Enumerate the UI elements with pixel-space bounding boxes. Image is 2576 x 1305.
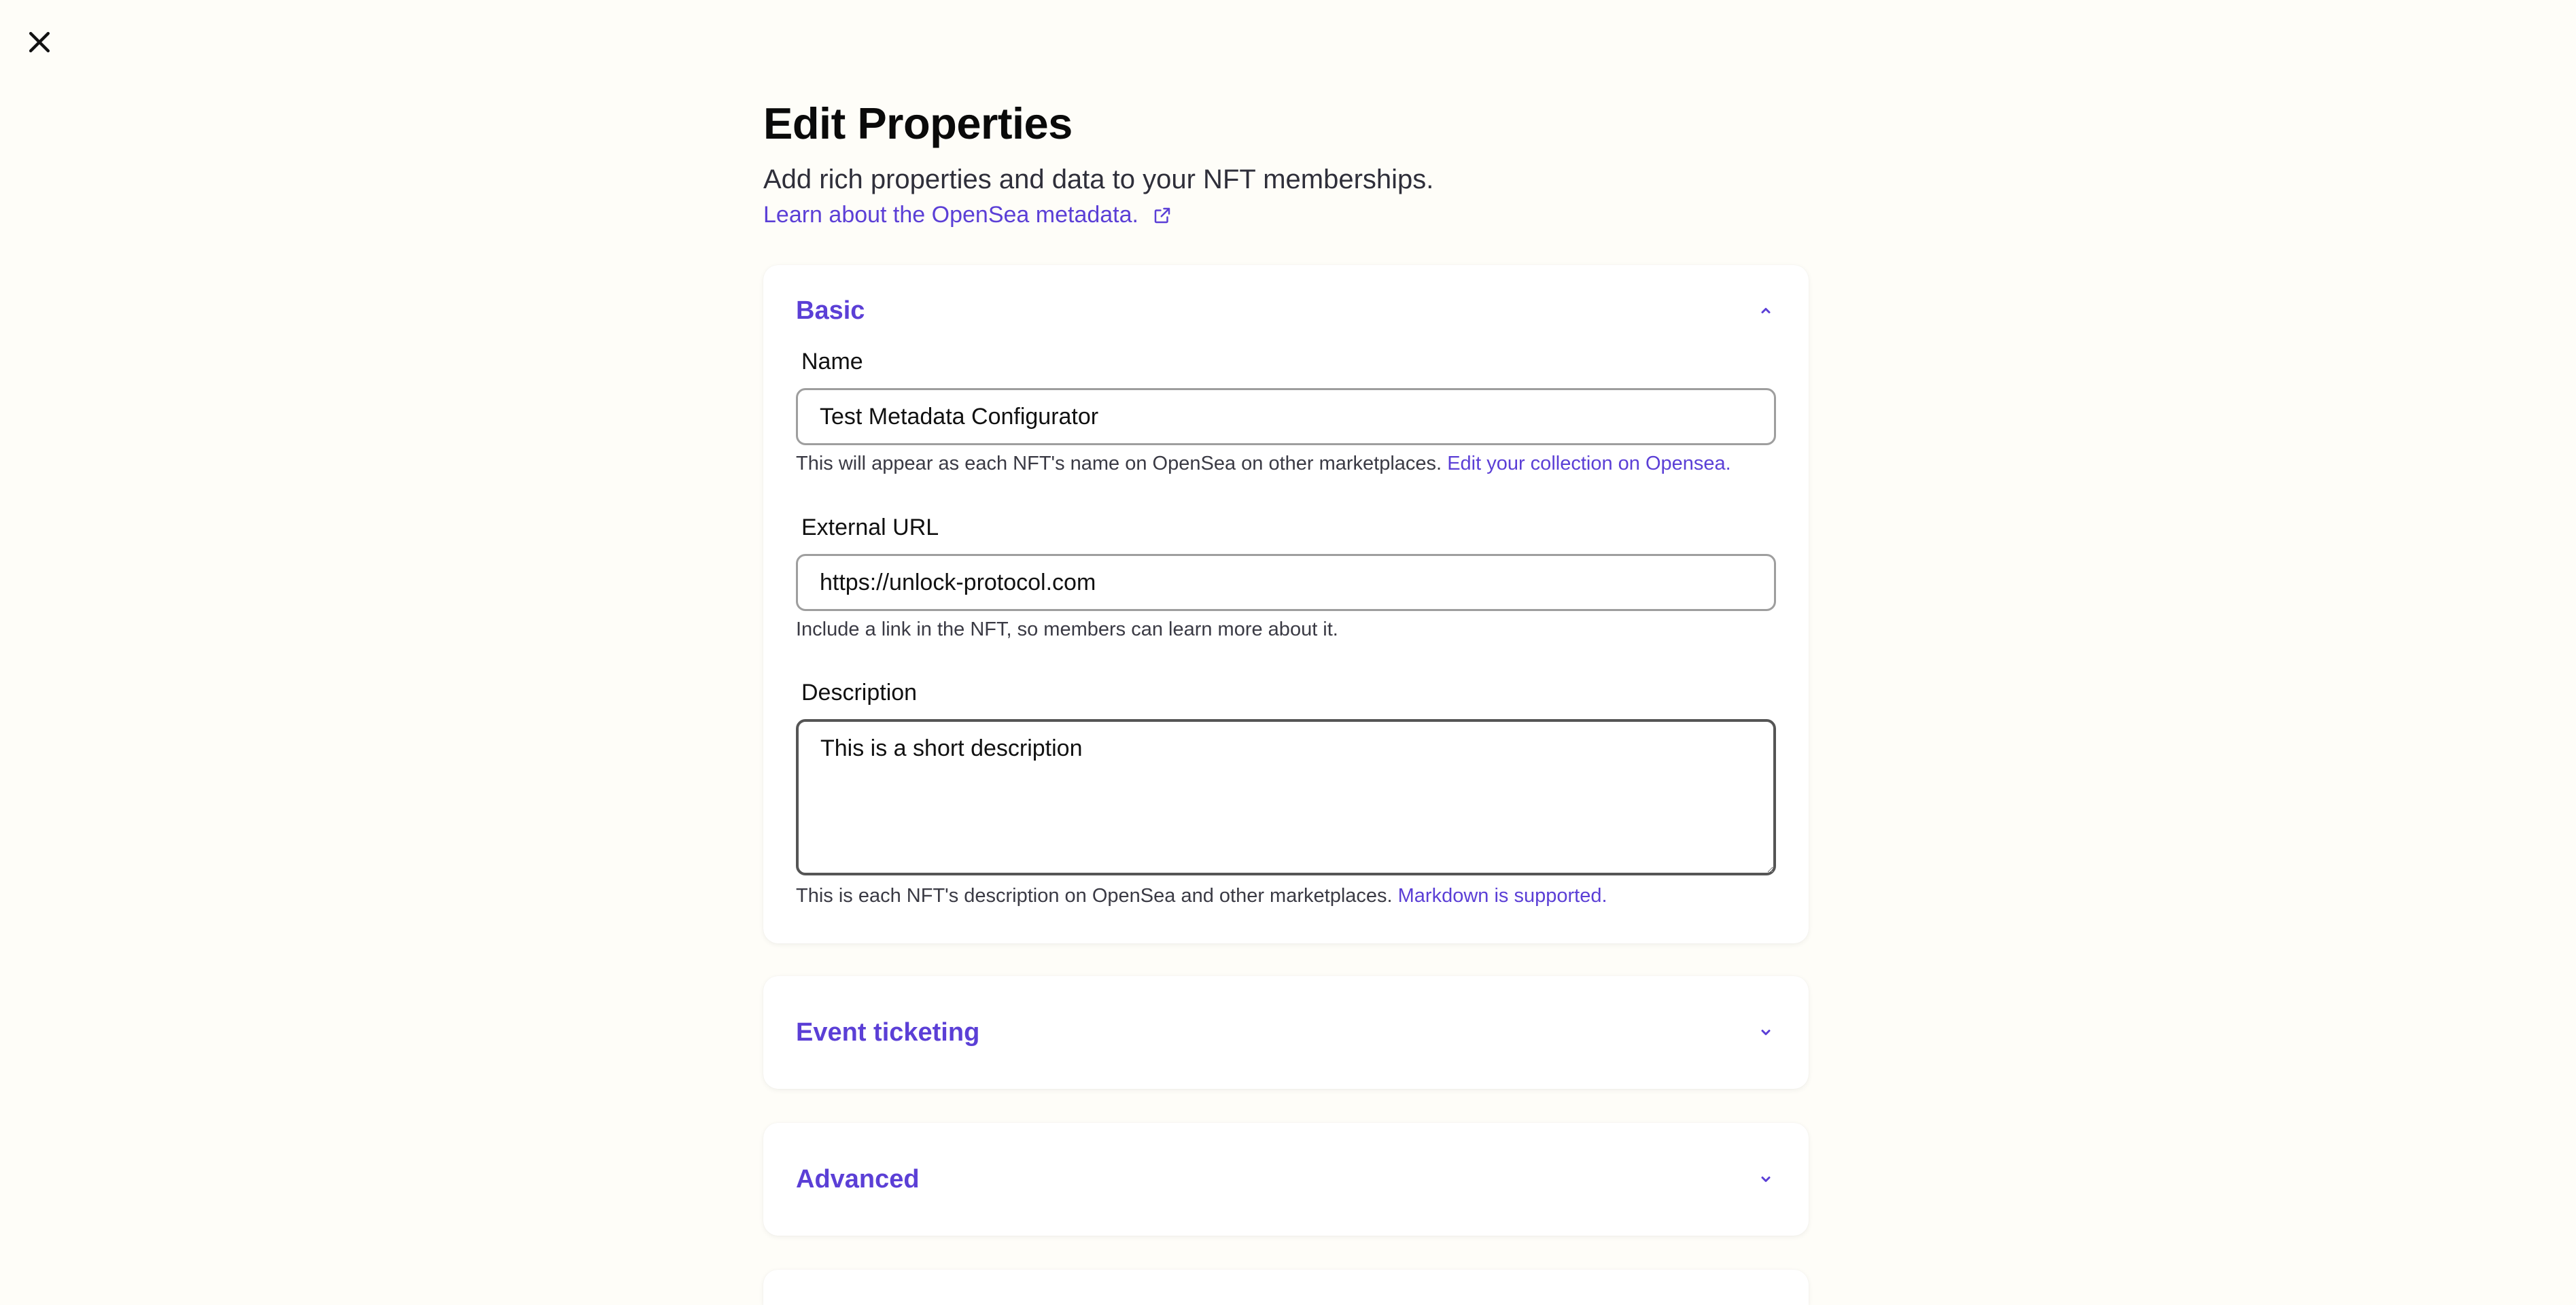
description-label: Description <box>801 680 918 706</box>
external-link-icon <box>1154 207 1170 223</box>
chevron-down-icon <box>1761 1030 1771 1035</box>
basic-section-header[interactable]: Basic <box>796 290 1776 331</box>
name-help: This will appear as each NFT's name on O… <box>796 453 1731 475</box>
basic-section-title: Basic <box>796 296 865 325</box>
advanced-section-header[interactable]: Advanced <box>796 1159 1776 1200</box>
chevron-up-icon <box>1761 308 1771 313</box>
page-subtitle: Add rich properties and data to your NFT… <box>763 164 1434 194</box>
description-help-text: This is each NFT's description on OpenSe… <box>796 885 1393 907</box>
edit-collection-opensea-link[interactable]: Edit your collection on Opensea. <box>1447 453 1731 474</box>
external-url-label: External URL <box>801 515 939 540</box>
advanced-section-card: Advanced <box>763 1123 1809 1236</box>
next-section-card <box>763 1270 1809 1305</box>
close-button[interactable] <box>24 27 54 57</box>
name-help-text: This will appear as each NFT's name on O… <box>796 453 1442 474</box>
event-ticketing-section-card: Event ticketing <box>763 976 1809 1089</box>
close-icon <box>29 31 50 53</box>
basic-section-card: Basic Name This will appear as each NFT'… <box>763 265 1809 943</box>
learn-opensea-metadata-link[interactable]: Learn about the OpenSea metadata. <box>763 202 1172 228</box>
external-url-input[interactable] <box>796 554 1776 611</box>
event-ticketing-section-header[interactable]: Event ticketing <box>796 1012 1776 1053</box>
event-ticketing-section-title: Event ticketing <box>796 1017 980 1047</box>
page-title: Edit Properties <box>763 99 1073 148</box>
name-input[interactable] <box>796 388 1776 445</box>
name-label: Name <box>801 349 863 375</box>
chevron-down-icon <box>1761 1177 1771 1182</box>
external-url-help: Include a link in the NFT, so members ca… <box>796 619 1338 640</box>
advanced-section-title: Advanced <box>796 1164 920 1194</box>
description-help: This is each NFT's description on OpenSe… <box>796 885 1607 907</box>
markdown-supported-link[interactable]: Markdown is supported. <box>1398 885 1607 907</box>
learn-link-label: Learn about the OpenSea metadata. <box>763 202 1138 228</box>
description-textarea[interactable]: This is a short description <box>796 719 1776 875</box>
